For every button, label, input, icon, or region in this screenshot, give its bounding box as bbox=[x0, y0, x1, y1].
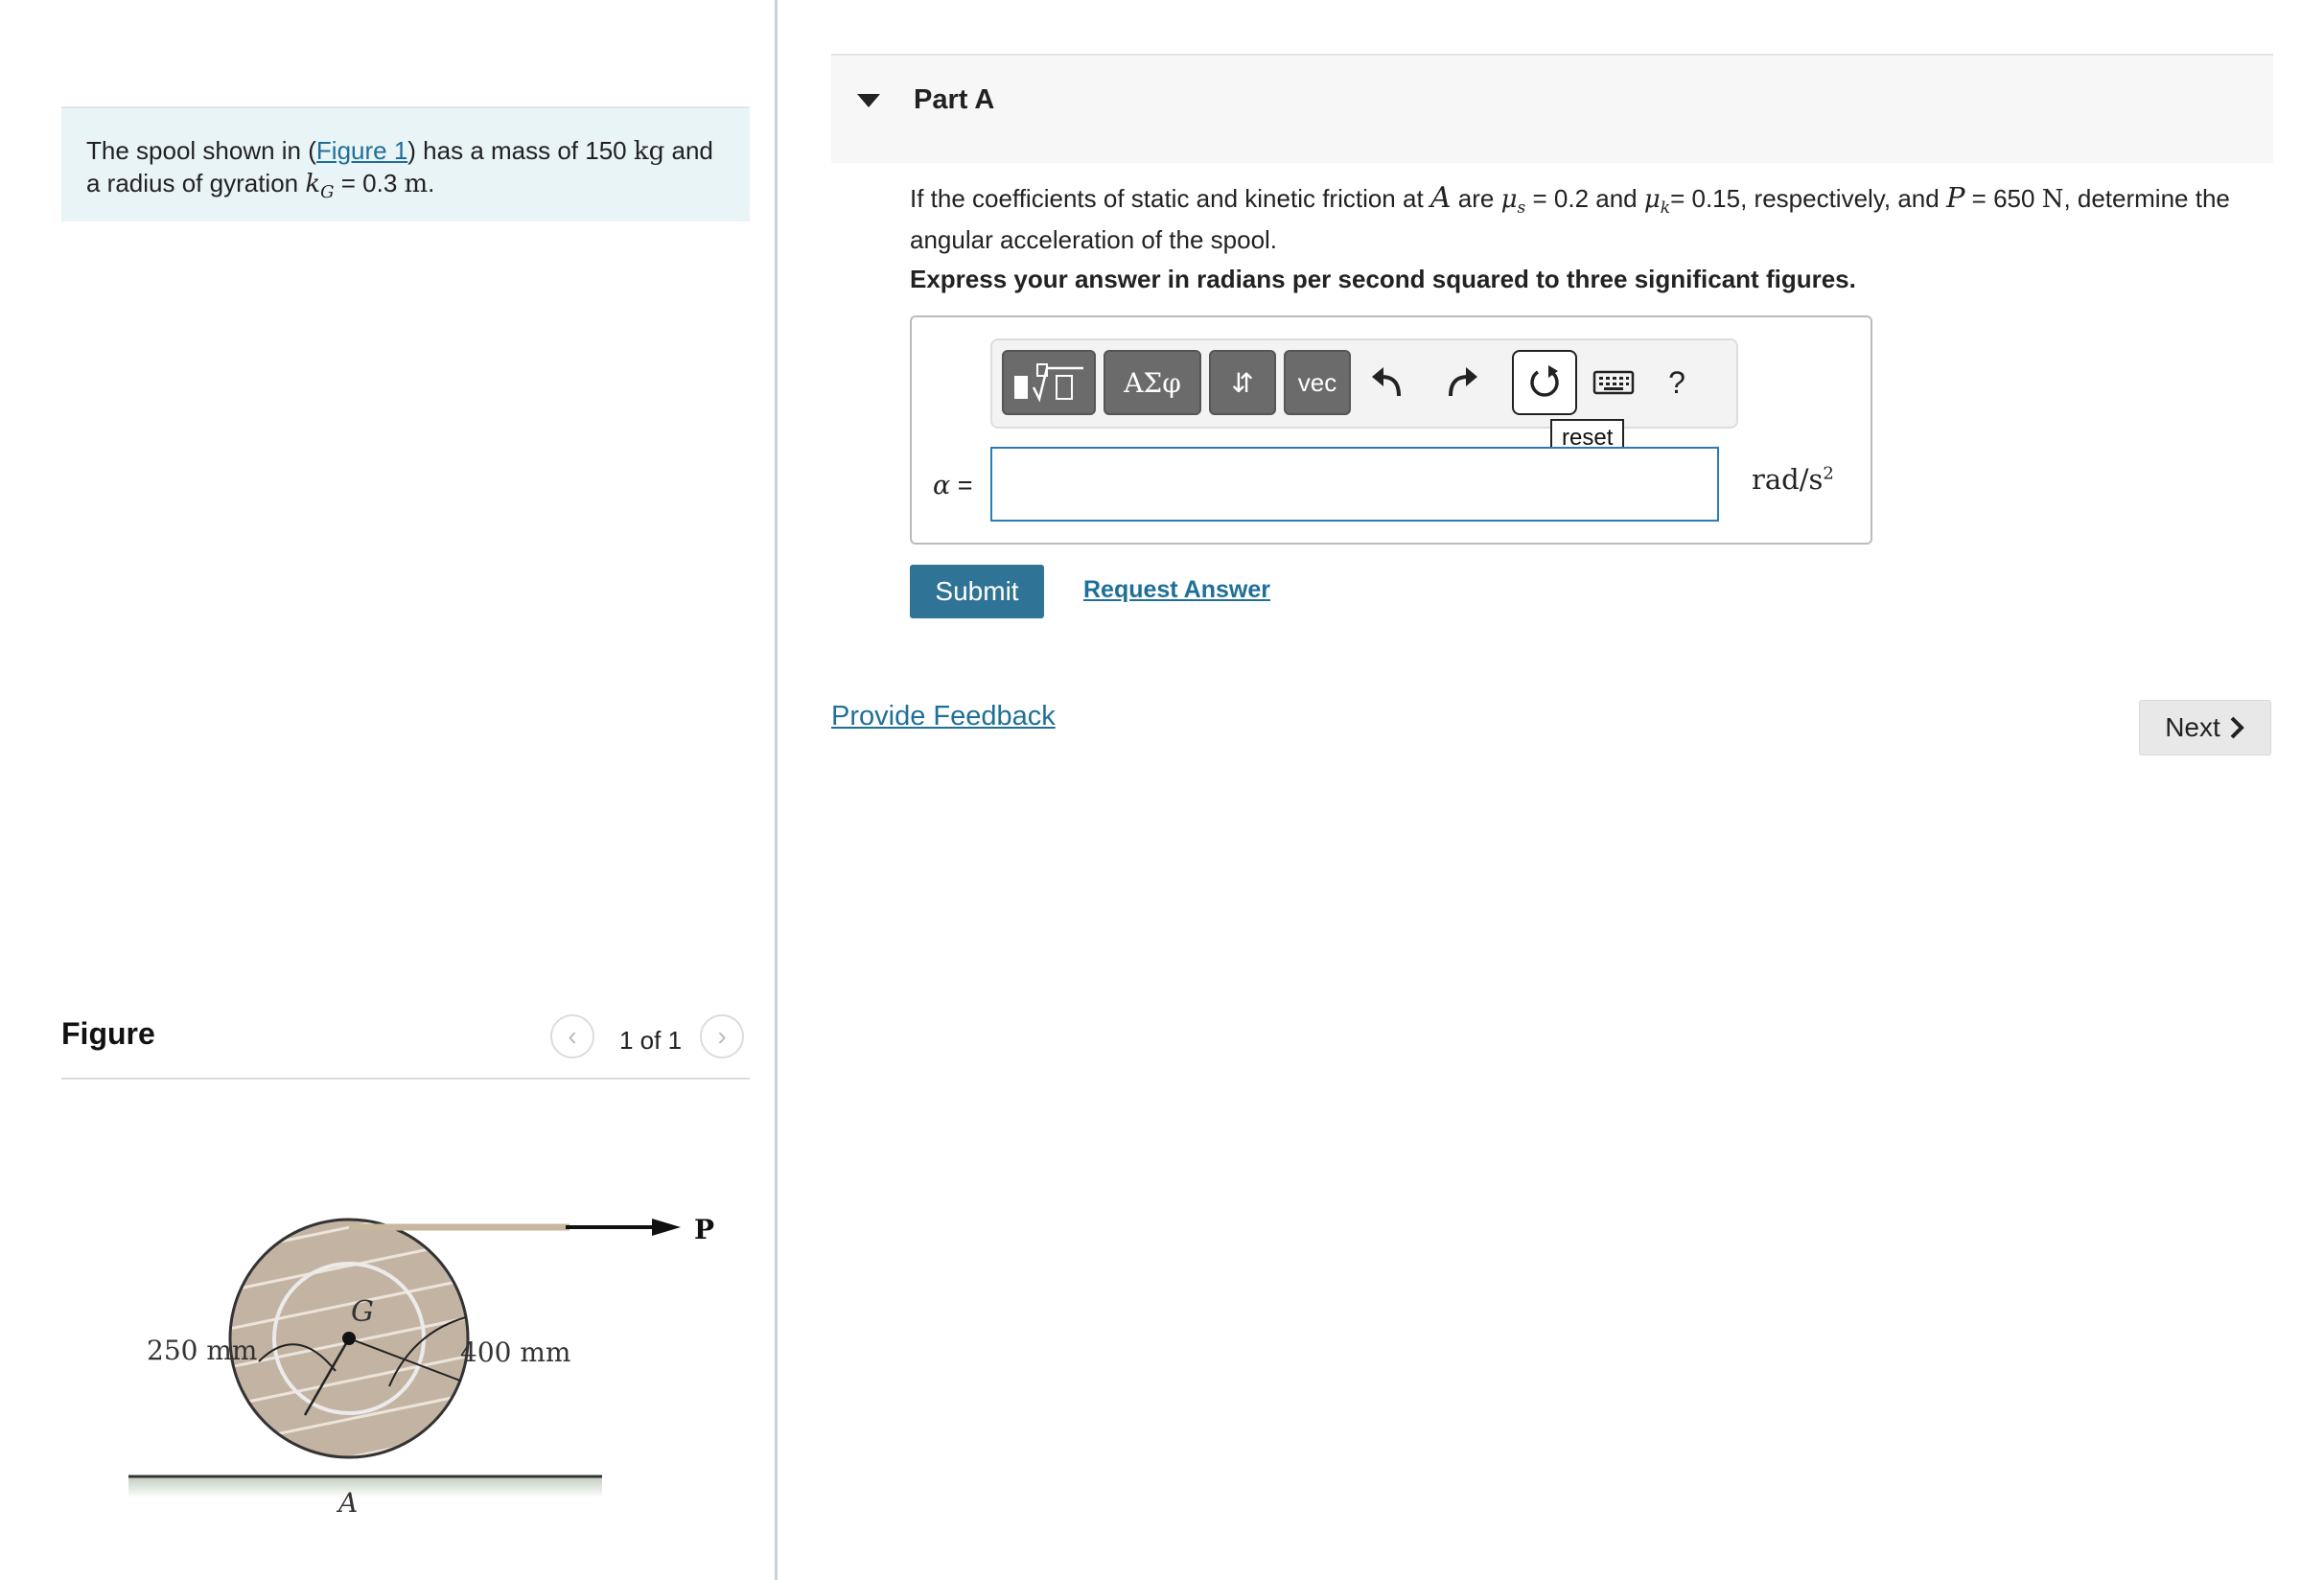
chevron-left-icon: ‹ bbox=[568, 1021, 577, 1051]
reset-icon bbox=[1530, 365, 1559, 397]
answer-input[interactable] bbox=[990, 447, 1719, 522]
submit-button[interactable]: Submit bbox=[910, 565, 1044, 618]
problem-pane: The spool shown in (Figure 1) has a mass… bbox=[0, 0, 775, 1580]
inner-radius-label: 250 mm bbox=[147, 1335, 257, 1366]
chevron-down-icon bbox=[857, 94, 880, 107]
redo-icon bbox=[1449, 367, 1477, 397]
chevron-right-icon: › bbox=[717, 1021, 727, 1051]
request-answer-link[interactable]: Request Answer bbox=[1083, 576, 1270, 604]
undo-icon bbox=[1372, 367, 1401, 397]
help-button[interactable]: ? bbox=[1650, 356, 1704, 409]
outer-radius-label: 400 mm bbox=[460, 1336, 570, 1368]
answer-variable: α = bbox=[933, 471, 973, 500]
ground-shadow bbox=[128, 1476, 602, 1498]
keyboard-button[interactable] bbox=[1587, 356, 1640, 409]
next-button[interactable]: Next bbox=[2139, 700, 2271, 755]
figure-title: Figure bbox=[61, 1016, 155, 1051]
keyboard-icon bbox=[1592, 370, 1635, 395]
next-label: Next bbox=[2165, 712, 2220, 742]
force-label: P bbox=[694, 1218, 714, 1245]
chevron-right-icon bbox=[2230, 716, 2244, 739]
answer-pane: Part A If the coefficients of static and… bbox=[778, 0, 2324, 1580]
greek-symbols-button[interactable]: ΑΣφ bbox=[1104, 350, 1201, 415]
provide-feedback-link[interactable]: Provide Feedback bbox=[831, 701, 1056, 732]
figure-pager: 1 of 1 bbox=[619, 1026, 683, 1055]
instruction-text: Express your answer in radians per secon… bbox=[910, 265, 1856, 293]
contact-point-label: A bbox=[336, 1487, 358, 1519]
templates-icon bbox=[1014, 363, 1083, 403]
redo-button[interactable] bbox=[1435, 356, 1489, 409]
answer-box: ΑΣφ ⇵ vec ? reset α = rad/s2 bbox=[910, 315, 1872, 545]
force-arrowhead bbox=[652, 1219, 681, 1236]
templates-button[interactable] bbox=[1002, 350, 1096, 415]
question-text: If the coefficients of static and kineti… bbox=[910, 181, 2230, 255]
problem-statement: The spool shown in (Figure 1) has a mass… bbox=[61, 106, 750, 221]
math-toolbar: ΑΣφ ⇵ vec ? bbox=[990, 338, 1738, 429]
undo-button[interactable] bbox=[1360, 356, 1414, 409]
center-label: G bbox=[351, 1295, 374, 1329]
figure-link[interactable]: Figure 1 bbox=[316, 136, 407, 165]
center-point bbox=[342, 1332, 356, 1345]
part-a-header[interactable]: Part A bbox=[831, 54, 2273, 163]
previous-figure-button[interactable]: ‹ bbox=[550, 1014, 594, 1058]
part-title: Part A bbox=[914, 84, 995, 115]
answer-units: rad/s2 bbox=[1752, 463, 1834, 496]
spool-figure: P G 250 mm 400 mm A bbox=[128, 1218, 714, 1519]
subscript-superscript-button[interactable]: ⇵ bbox=[1209, 350, 1276, 415]
vector-button[interactable]: vec bbox=[1284, 350, 1351, 415]
figure-header: Figure ‹ 1 of 1 › bbox=[61, 1007, 750, 1080]
reset-button[interactable] bbox=[1512, 350, 1577, 415]
next-figure-button[interactable]: › bbox=[700, 1014, 744, 1058]
